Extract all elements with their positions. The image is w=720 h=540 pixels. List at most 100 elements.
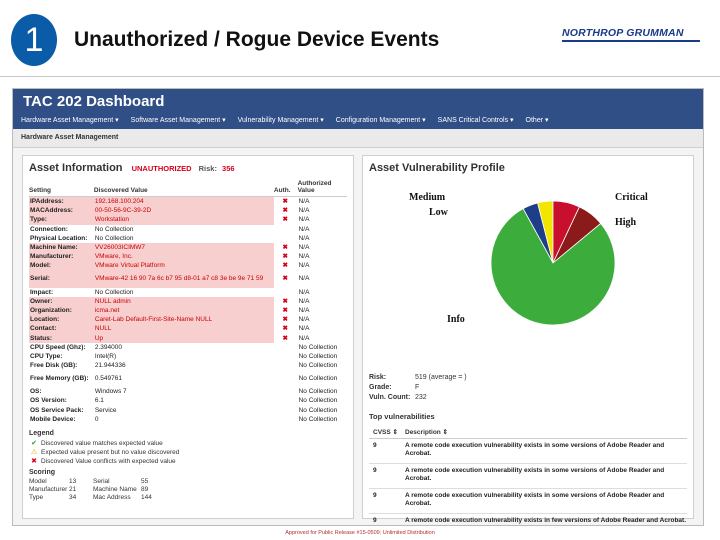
asset-setting: Physical Location: xyxy=(30,234,88,242)
asset-discovered-value: VMware, Inc. xyxy=(93,252,274,262)
asset-setting: Owner: xyxy=(29,296,94,306)
asset-setting: Serial: xyxy=(29,270,94,288)
asset-authorized-value: N/A xyxy=(298,234,310,242)
asset-discovered-value: VMware-42 16 90 7a 6c b7 95 d8-01 a7 c8 … xyxy=(93,270,274,288)
asset-auth-flag xyxy=(274,415,298,424)
asset-discovered-value: VMware Virtual Platform xyxy=(93,261,274,271)
col-auth: Auth. xyxy=(273,180,298,197)
asset-auth-flag xyxy=(274,343,298,352)
asset-authorized-value: N/A xyxy=(298,288,310,296)
asset-setting: OS Version: xyxy=(30,397,67,405)
x-icon: ✖ xyxy=(31,458,37,466)
metric-grade: Grade: F xyxy=(369,384,467,394)
scoring-label: Serial xyxy=(93,477,110,485)
nav-hardware-asset-management[interactable]: Hardware Asset Management ▾ xyxy=(21,116,119,124)
check-icon: ✔ xyxy=(31,440,37,448)
col-description[interactable]: Description ⇕ xyxy=(405,426,687,439)
asset-auth-flag: ✖ xyxy=(282,262,288,270)
warning-icon: ⚠ xyxy=(30,449,38,457)
risk-metrics: Risk: 519 (average = ) Grade: F Vuln. Coun… xyxy=(369,374,467,404)
scoring-label: Type xyxy=(29,493,44,501)
asset-auth-flag: ✖ xyxy=(282,334,288,342)
scoring-value: 13 xyxy=(69,477,77,485)
asset-authorized-value: No Collection xyxy=(298,374,338,382)
col-discovered-value: Discovered Value xyxy=(93,180,274,197)
dashboard-screenshot: TAC 202 Dashboard Hardware Asset Managem… xyxy=(12,88,704,526)
legend-item: ⚠ Expected value present but no value dis… xyxy=(29,448,353,457)
vulnerability-row[interactable]: 9A remote code execution vulnerability e… xyxy=(369,488,687,514)
vulnerability-row[interactable]: 9A remote code execution vulnerability e… xyxy=(369,513,687,525)
asset-authorized-value: No Collection xyxy=(298,406,338,414)
table-row: Free Memory (GB): 0.549761 No Collection xyxy=(29,370,347,387)
table-row: OS Version: 6.1 No Collection xyxy=(29,396,347,405)
asset-auth-flag xyxy=(274,396,298,405)
asset-discovered-value: icma.net xyxy=(93,305,274,316)
asset-authorized-value: No Collection xyxy=(298,415,338,423)
nav-vulnerability-management[interactable]: Vulnerability Management ▾ xyxy=(238,116,324,124)
vulnerability-row[interactable]: 9A remote code execution vulnerability e… xyxy=(369,463,687,489)
scoring-label: Mac Address xyxy=(93,493,131,501)
scoring-label: Machine Name xyxy=(93,485,137,493)
asset-authorized-value: No Collection xyxy=(298,343,338,351)
table-row: OS Service Pack: Service No Collection xyxy=(29,406,347,415)
table-row: Type: Workstation ✖ N/A xyxy=(29,215,347,225)
asset-auth-flag xyxy=(274,234,298,243)
asset-setting: CPU Type: xyxy=(30,352,63,360)
top-vulnerabilities-title: Top vulnerabilities xyxy=(369,412,435,421)
metric-vuln-count-label: Vuln. Count: xyxy=(369,394,411,401)
table-row: Free Disk (GB): 21.944336 No Collection xyxy=(29,361,347,370)
dashboard-header: TAC 202 Dashboard Hardware Asset Managem… xyxy=(13,89,703,129)
nav-configuration-management[interactable]: Configuration Management ▾ xyxy=(336,116,426,124)
asset-discovered-value: 0 xyxy=(94,415,99,423)
asset-authorized-value: No Collection xyxy=(298,352,338,360)
asset-information-panel: Asset Information UNAUTHORIZED Risk: 356… xyxy=(22,155,354,519)
scoring-value: 34 xyxy=(69,493,77,501)
table-row: Status: Up ✖ N/A xyxy=(29,333,347,343)
asset-authorized-value: N/A xyxy=(298,207,310,215)
asset-authorized-value: N/A xyxy=(298,316,310,324)
asset-discovered-value: Up xyxy=(93,333,274,343)
nav-software-asset-management[interactable]: Software Asset Management ▾ xyxy=(131,116,226,124)
release-footer: Approved for Public Release #15-0509; Un… xyxy=(285,530,435,536)
asset-auth-flag xyxy=(274,370,298,387)
asset-setting: MACAddress: xyxy=(29,206,94,216)
nav-other[interactable]: Other ▾ xyxy=(526,116,549,124)
col-cvss[interactable]: CVSS ⇕ xyxy=(369,426,405,439)
unauthorized-badge: UNAUTHORIZED xyxy=(131,164,192,173)
vulnerability-row[interactable]: 9A remote code execution vulnerability e… xyxy=(369,438,687,464)
asset-auth-flag: ✖ xyxy=(282,297,288,305)
nav-sans-critical-controls[interactable]: SANS Critical Controls ▾ xyxy=(438,116,514,124)
table-row: CPU Type: Intel(R) No Collection xyxy=(29,352,347,361)
legend-item: ✔ Discovered value matches expected value xyxy=(29,439,353,448)
legend-title: Legend xyxy=(29,429,54,437)
asset-setting: Connection: xyxy=(30,225,68,233)
table-row: Owner: NULL admin ✖ N/A xyxy=(29,296,347,306)
asset-attributes-table: Setting Discovered Value Auth. Authorize… xyxy=(29,180,347,424)
legend-text: Expected value present but no value disc… xyxy=(41,448,180,456)
table-row: Location: Caret-Lab Default-First-Site-Na… xyxy=(29,315,347,325)
asset-setting: CPU Speed (Ghz): xyxy=(30,343,86,351)
vulnerability-cvss: 9 xyxy=(369,513,405,525)
pie-label-critical: Critical xyxy=(615,192,648,203)
pie-label-high: High xyxy=(615,217,637,228)
top-vulnerabilities-body: 9A remote code execution vulnerability e… xyxy=(369,438,687,525)
vulnerability-profile-panel: Asset Vulnerability Profile Medium Low C… xyxy=(362,155,694,525)
asset-auth-flag xyxy=(274,361,298,370)
asset-discovered-value: Windows 7 xyxy=(94,388,127,396)
table-row: Mobile Device: 0 No Collection xyxy=(29,415,347,424)
asset-setting: Contact: xyxy=(29,324,94,334)
asset-attributes-body: IPAddress: 192.168.100.204 ✖ N/A MACAddress:… xyxy=(29,196,347,424)
scoring-value: 89 xyxy=(141,485,149,493)
table-row: Model: VMware Virtual Platform ✖ N/A xyxy=(29,261,347,271)
table-row: CPU Speed (Ghz): 2.394000 No Collection xyxy=(29,343,347,352)
table-row: Connection: No Collection N/A xyxy=(29,225,347,234)
asset-discovered-value: NULL admin xyxy=(93,296,274,306)
asset-auth-flag: ✖ xyxy=(282,207,288,215)
table-row: MACAddress: 00-50-56-9C-39-2D ✖ N/A xyxy=(29,206,347,216)
vulnerability-pie-area: Medium Low Critical High Info xyxy=(363,178,693,326)
asset-information-title: Asset Information xyxy=(29,162,123,174)
scoring-value: 55 xyxy=(141,477,149,485)
asset-setting: Free Disk (GB): xyxy=(30,362,78,370)
asset-setting: Organization: xyxy=(29,305,94,316)
legend-items: ✔ Discovered value matches expected value… xyxy=(29,439,353,466)
